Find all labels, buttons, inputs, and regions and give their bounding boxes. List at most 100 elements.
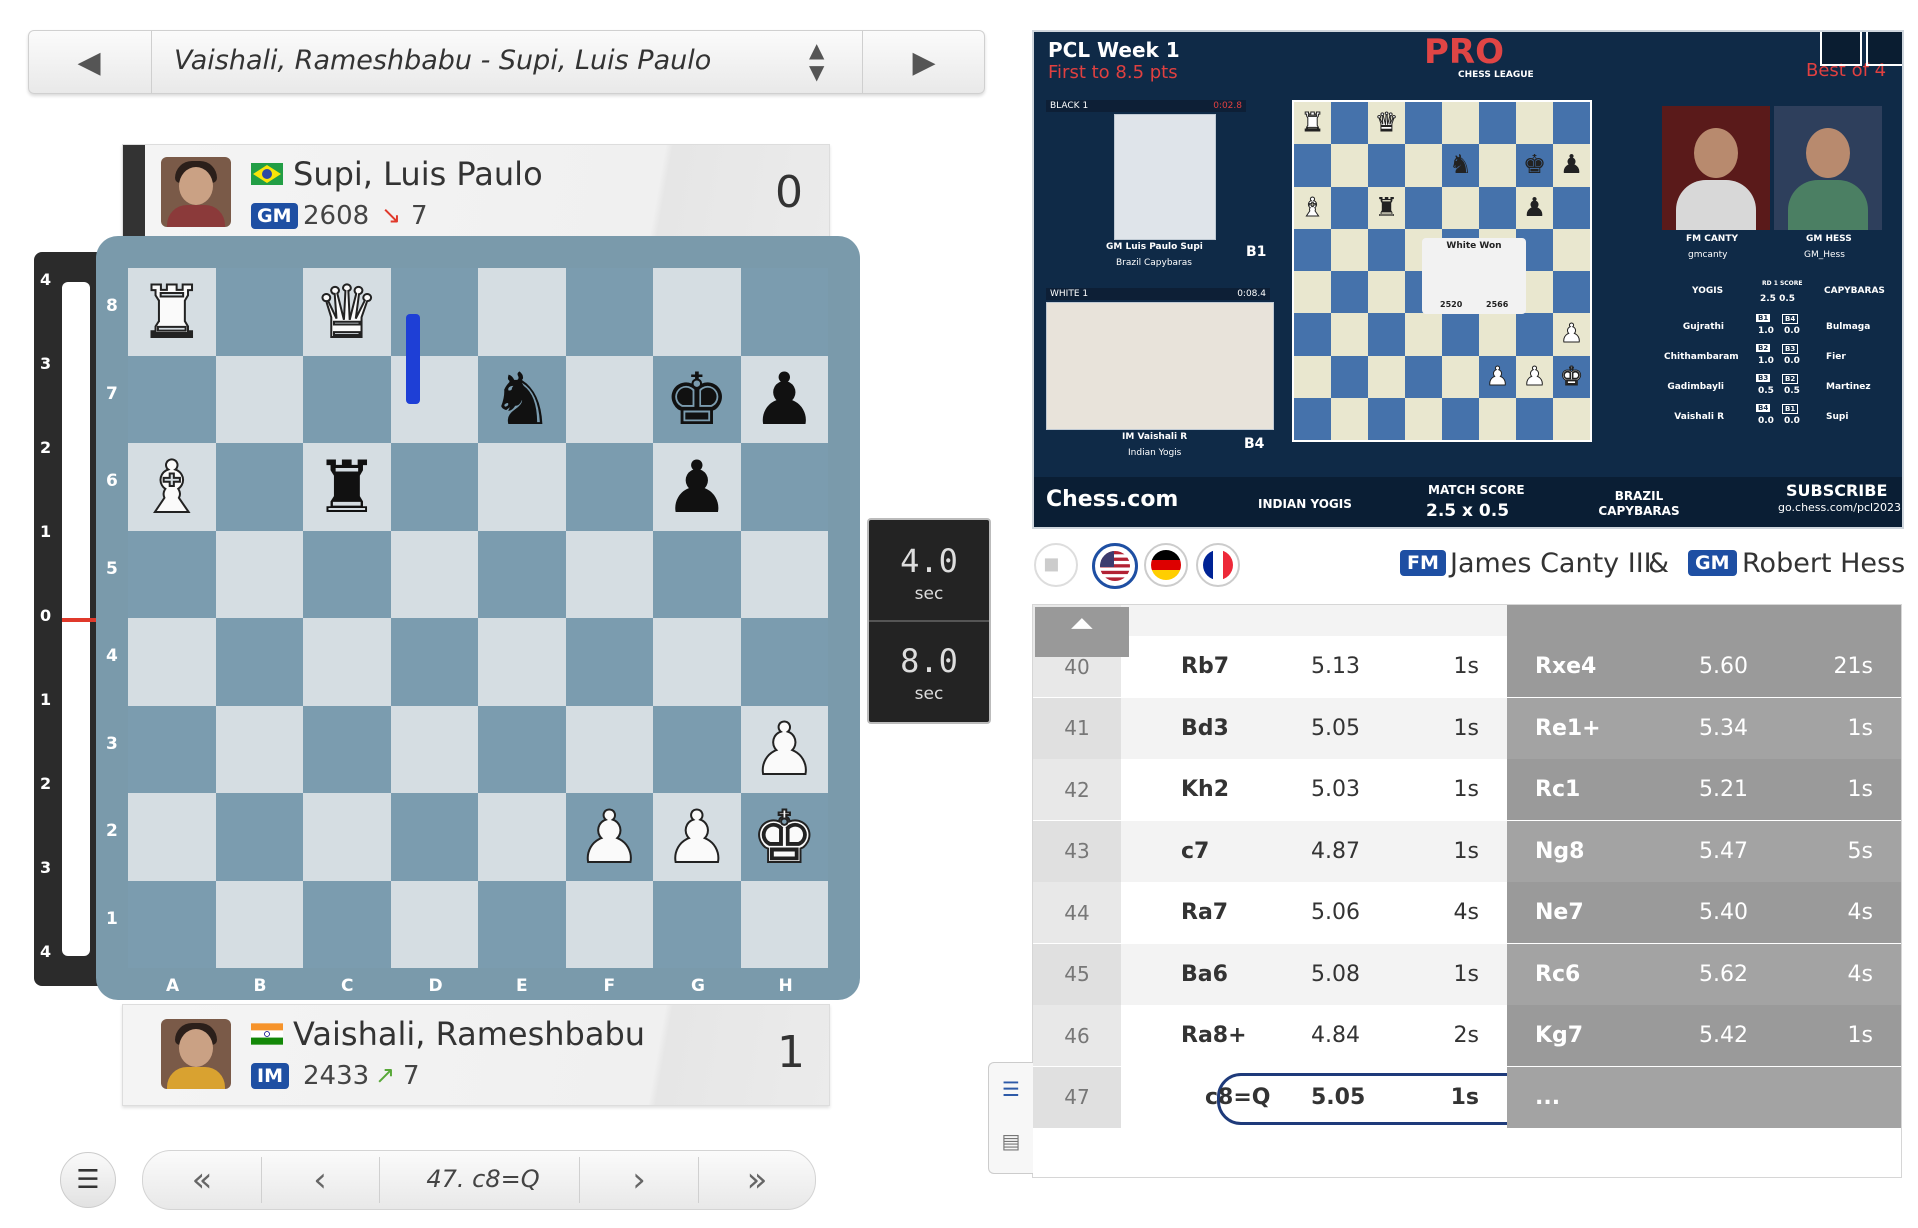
- square-c3[interactable]: [303, 705, 391, 793]
- white-rook-icon[interactable]: ♜: [138, 275, 205, 349]
- square-e8[interactable]: [478, 268, 566, 356]
- square-e7[interactable]: ♞: [478, 355, 566, 443]
- square-f2[interactable]: ♟: [565, 793, 653, 881]
- square-h2[interactable]: ♚: [740, 793, 828, 881]
- square-g7[interactable]: ♚: [653, 355, 741, 443]
- white-move-cell[interactable]: [1121, 605, 1507, 636]
- black-move-cell[interactable]: [1507, 605, 1901, 636]
- moves-tab-icon[interactable]: ☰: [997, 1075, 1025, 1103]
- square-h6[interactable]: [740, 443, 828, 531]
- chess-board[interactable]: ♜ ♛ ♞ ♚ ♟ ♝ ♜ ♟ ♟ ♟ ♟ ♚: [128, 268, 828, 968]
- square-b5[interactable]: [215, 530, 303, 618]
- black-rook-icon[interactable]: ♜: [314, 451, 379, 523]
- theater-mode-icon[interactable]: [1866, 32, 1902, 66]
- square-c8[interactable]: ♛: [303, 268, 391, 356]
- prev-game-button[interactable]: ◀: [29, 31, 149, 93]
- black-move-cell[interactable]: ...: [1507, 1066, 1901, 1128]
- white-move-cell[interactable]: c8=Q 5.05 1s: [1121, 1066, 1593, 1128]
- square-f3[interactable]: [565, 705, 653, 793]
- chat-tab-icon[interactable]: ▤: [997, 1127, 1025, 1155]
- white-move-cell[interactable]: Kh2 5.03 1s: [1121, 759, 1507, 820]
- square-c2[interactable]: [303, 793, 391, 881]
- white-move-cell[interactable]: Ra8+ 4.84 2s: [1121, 1005, 1507, 1066]
- black-move-cell[interactable]: Rxe4 5.60 21s: [1507, 636, 1901, 697]
- square-d8[interactable]: [390, 268, 478, 356]
- square-a1[interactable]: [128, 880, 216, 968]
- black-knight-icon[interactable]: ♞: [489, 363, 554, 435]
- square-a4[interactable]: [128, 618, 216, 706]
- scroll-up-button[interactable]: ⏶: [1035, 607, 1129, 657]
- square-e1[interactable]: [478, 880, 566, 968]
- square-g4[interactable]: [653, 618, 741, 706]
- square-h1[interactable]: [740, 880, 828, 968]
- square-d3[interactable]: [390, 705, 478, 793]
- black-move-cell[interactable]: Ng8 5.47 5s: [1507, 820, 1901, 882]
- white-pawn-icon[interactable]: ♟: [751, 712, 818, 786]
- square-b6[interactable]: [215, 443, 303, 531]
- square-g8[interactable]: [653, 268, 741, 356]
- white-bishop-icon[interactable]: ♝: [138, 450, 205, 524]
- first-move-button[interactable]: «: [143, 1151, 261, 1209]
- square-h4[interactable]: [740, 618, 828, 706]
- popout-icon[interactable]: [1820, 32, 1862, 66]
- square-a7[interactable]: [128, 355, 216, 443]
- square-f8[interactable]: [565, 268, 653, 356]
- square-b2[interactable]: [215, 793, 303, 881]
- square-a8[interactable]: ♜: [128, 268, 216, 356]
- move-list[interactable]: 40 Rb7 5.13 1s Rxe4 5.60 21s 41 Bd3 5.05 1s Re1+ 5.3…: [1032, 604, 1902, 1178]
- square-b8[interactable]: [215, 268, 303, 356]
- black-pawn-icon[interactable]: ♟: [752, 363, 817, 435]
- square-b7[interactable]: [215, 355, 303, 443]
- language-usa-button[interactable]: [1092, 543, 1138, 589]
- square-e2[interactable]: [478, 793, 566, 881]
- black-move-cell[interactable]: Re1+ 5.34 1s: [1507, 697, 1901, 759]
- next-game-button[interactable]: ▶: [864, 31, 984, 93]
- square-h8[interactable]: [740, 268, 828, 356]
- square-a3[interactable]: [128, 705, 216, 793]
- square-e6[interactable]: [478, 443, 566, 531]
- square-g1[interactable]: [653, 880, 741, 968]
- square-c6[interactable]: ♜: [303, 443, 391, 531]
- white-queen-icon[interactable]: ♛: [313, 275, 380, 349]
- camera-toggle-button[interactable]: ◼: [1034, 543, 1078, 587]
- square-g6[interactable]: ♟: [653, 443, 741, 531]
- square-c1[interactable]: [303, 880, 391, 968]
- square-a6[interactable]: ♝: [128, 443, 216, 531]
- game-selector[interactable]: ◀ Vaishali, Rameshbabu - Supi, Luis Paul…: [28, 30, 985, 94]
- black-move-cell[interactable]: Rc1 5.21 1s: [1507, 759, 1901, 820]
- black-move-cell[interactable]: Rc6 5.62 4s: [1507, 943, 1901, 1005]
- white-king-icon[interactable]: ♚: [751, 800, 818, 874]
- language-germany-button[interactable]: [1144, 543, 1188, 587]
- square-e4[interactable]: [478, 618, 566, 706]
- square-f7[interactable]: [565, 355, 653, 443]
- white-move-cell[interactable]: Ra7 5.06 4s: [1121, 882, 1507, 943]
- language-france-button[interactable]: [1196, 543, 1240, 587]
- square-d1[interactable]: [390, 880, 478, 968]
- square-h7[interactable]: ♟: [740, 355, 828, 443]
- white-move-cell[interactable]: Rb7 5.13 1s: [1121, 636, 1507, 697]
- white-move-cell[interactable]: Ba6 5.08 1s: [1121, 943, 1507, 1005]
- square-d4[interactable]: [390, 618, 478, 706]
- black-king-icon[interactable]: ♚: [664, 363, 729, 435]
- white-pawn-icon[interactable]: ♟: [663, 800, 730, 874]
- updown-icon[interactable]: ▲ ▼: [809, 39, 824, 83]
- white-move-cell[interactable]: c7 4.87 1s: [1121, 820, 1507, 882]
- square-g5[interactable]: [653, 530, 741, 618]
- prev-move-button[interactable]: ‹: [262, 1151, 378, 1209]
- black-pawn-icon[interactable]: ♟: [664, 451, 729, 523]
- square-b1[interactable]: [215, 880, 303, 968]
- black-move-cell[interactable]: Ne7 5.40 4s: [1507, 882, 1901, 943]
- square-c7[interactable]: [303, 355, 391, 443]
- square-d2[interactable]: [390, 793, 478, 881]
- square-f6[interactable]: [565, 443, 653, 531]
- square-g3[interactable]: [653, 705, 741, 793]
- square-f1[interactable]: [565, 880, 653, 968]
- square-g2[interactable]: ♟: [653, 793, 741, 881]
- black-move-cell[interactable]: Kg7 5.42 1s: [1507, 1005, 1901, 1066]
- square-f4[interactable]: [565, 618, 653, 706]
- square-b4[interactable]: [215, 618, 303, 706]
- white-pawn-icon[interactable]: ♟: [576, 800, 643, 874]
- square-h5[interactable]: [740, 530, 828, 618]
- next-move-button[interactable]: ›: [580, 1151, 698, 1209]
- square-b3[interactable]: [215, 705, 303, 793]
